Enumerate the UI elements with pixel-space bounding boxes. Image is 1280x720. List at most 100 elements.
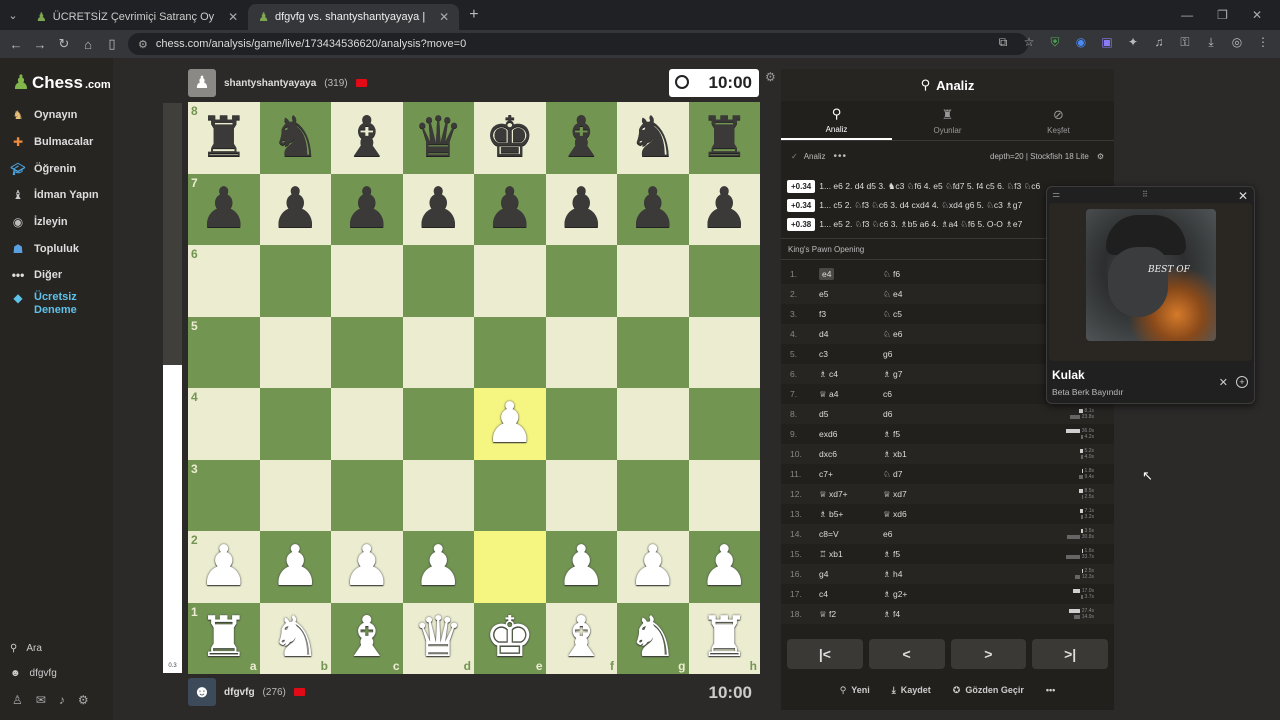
- square-d3[interactable]: [402, 459, 474, 531]
- square-h7[interactable]: ♟: [688, 173, 760, 245]
- notifications-bell-icon[interactable]: ♪: [59, 693, 65, 707]
- previous-move-button[interactable]: <: [868, 639, 945, 669]
- white-pawn-piece[interactable]: ♟: [270, 538, 320, 595]
- square-a6[interactable]: 6: [188, 245, 260, 317]
- square-c4[interactable]: [331, 388, 403, 460]
- bottom-player-avatar[interactable]: ☻: [188, 678, 216, 706]
- white-move[interactable]: f3: [819, 309, 883, 319]
- black-move[interactable]: ♘ d7: [883, 469, 983, 480]
- new-tab-icon[interactable]: +: [459, 6, 488, 24]
- black-move[interactable]: ♗ g2+: [883, 589, 983, 600]
- square-h4[interactable]: [688, 388, 760, 460]
- drag-handle-icon[interactable]: ⠿: [1142, 190, 1148, 199]
- square-h8[interactable]: ♜: [688, 102, 760, 174]
- square-f2[interactable]: ♟: [545, 531, 617, 603]
- first-move-button[interactable]: |<: [787, 639, 863, 669]
- white-move[interactable]: exd6: [819, 429, 883, 439]
- white-move[interactable]: ♕ f2: [819, 609, 883, 620]
- split-view-icon[interactable]: ▯: [100, 36, 124, 52]
- square-a4[interactable]: 4: [188, 388, 260, 460]
- square-b6[interactable]: [259, 245, 331, 317]
- site-info-icon[interactable]: ⚙: [138, 38, 148, 51]
- black-pawn-piece[interactable]: ♟: [699, 181, 749, 237]
- review-button[interactable]: ✪ Gözden Geçir: [953, 685, 1024, 696]
- square-g8[interactable]: ♞: [617, 102, 689, 174]
- square-d5[interactable]: [402, 316, 474, 388]
- black-rook-piece[interactable]: ♜: [199, 109, 249, 166]
- white-move[interactable]: c7+: [819, 469, 883, 479]
- browser-menu-icon[interactable]: ⋮: [1256, 35, 1270, 50]
- white-move[interactable]: c3: [819, 349, 883, 359]
- sidebar-item-free-trial[interactable]: ◆ Ücretsiz Deneme: [10, 289, 110, 321]
- square-h3[interactable]: [688, 459, 760, 531]
- square-f8[interactable]: ♝: [545, 102, 617, 174]
- top-player-name[interactable]: shantyshantyayaya: [224, 78, 316, 89]
- white-bishop-piece[interactable]: ♝: [556, 610, 606, 666]
- square-a1[interactable]: 1 a ♜: [188, 602, 260, 674]
- white-move[interactable]: ♖ xb1: [819, 549, 883, 560]
- black-move[interactable]: ♗ g7: [883, 369, 983, 380]
- black-move[interactable]: d6: [883, 409, 983, 419]
- square-g2[interactable]: ♟: [617, 531, 689, 603]
- white-pawn-piece[interactable]: ♟: [342, 538, 392, 595]
- square-a7[interactable]: 7 ♟: [188, 173, 260, 245]
- white-move[interactable]: dxc6: [819, 449, 883, 459]
- black-knight-piece[interactable]: ♞: [270, 109, 320, 166]
- square-e8[interactable]: ♚: [474, 102, 546, 174]
- square-a5[interactable]: 5: [188, 316, 260, 388]
- black-pawn-piece[interactable]: ♟: [628, 181, 678, 237]
- white-knight-piece[interactable]: ♞: [628, 610, 678, 666]
- square-f6[interactable]: [545, 245, 617, 317]
- black-move[interactable]: ♘ e4: [883, 289, 983, 300]
- bottom-player-name[interactable]: dfgvfg: [224, 687, 255, 698]
- white-knight-piece[interactable]: ♞: [270, 610, 320, 666]
- tab-games[interactable]: ♜ Oyunlar: [892, 101, 1003, 140]
- media-dismiss-icon[interactable]: ✕: [1219, 376, 1228, 389]
- black-move[interactable]: e6: [883, 529, 983, 539]
- sidebar-item-learn[interactable]: 🎓︎ Öğrenin: [10, 155, 110, 182]
- square-e3[interactable]: [474, 459, 546, 531]
- square-g5[interactable]: [617, 316, 689, 388]
- black-pawn-piece[interactable]: ♟: [413, 181, 463, 237]
- media-control-icon[interactable]: ♫: [1152, 35, 1166, 50]
- close-window-icon[interactable]: ✕: [1252, 8, 1262, 22]
- white-move[interactable]: e5: [819, 289, 883, 299]
- download-icon[interactable]: ⤓: [1204, 35, 1218, 50]
- square-e1[interactable]: e ♚: [474, 602, 546, 674]
- black-move[interactable]: g6: [883, 349, 983, 359]
- square-h6[interactable]: [688, 245, 760, 317]
- black-move[interactable]: ♕ xd7: [883, 489, 983, 500]
- sidebar-item-watch[interactable]: ◉ İzleyin: [10, 209, 110, 236]
- square-g6[interactable]: [617, 245, 689, 317]
- friends-icon[interactable]: ♙: [12, 693, 23, 707]
- white-rook-piece[interactable]: ♜: [699, 610, 749, 666]
- square-e2[interactable]: [474, 531, 546, 603]
- square-h5[interactable]: [688, 316, 760, 388]
- white-pawn-piece[interactable]: ♟: [485, 395, 535, 452]
- white-pawn-piece[interactable]: ♟: [413, 538, 463, 595]
- extension-shield-icon[interactable]: ⛨: [1048, 35, 1062, 50]
- square-a8[interactable]: 8 ♜: [188, 102, 260, 174]
- black-queen-piece[interactable]: ♛: [413, 109, 463, 166]
- white-move[interactable]: c8=V: [819, 529, 883, 539]
- sidebar-item-train[interactable]: ♝ İdman Yapın: [10, 182, 110, 209]
- sidebar-item-more[interactable]: ••• Diğer: [10, 262, 110, 289]
- square-c8[interactable]: ♝: [331, 102, 403, 174]
- save-button[interactable]: ⤓ Kaydet: [892, 685, 931, 696]
- close-tab-icon[interactable]: ✕: [228, 10, 238, 24]
- bookmark-star-icon[interactable]: ☆: [1022, 35, 1036, 50]
- square-g4[interactable]: [617, 388, 689, 460]
- tab-analysis[interactable]: ⚲ Analiz: [781, 101, 892, 140]
- browser-tab-0[interactable]: ♟ ÜCRETSİZ Çevrimiçi Satranç Oy ✕: [26, 4, 248, 30]
- black-move[interactable]: ♗ f4: [883, 609, 983, 620]
- black-pawn-piece[interactable]: ♟: [556, 181, 606, 237]
- square-f1[interactable]: f ♝: [545, 602, 617, 674]
- extensions-puzzle-icon[interactable]: ✦: [1126, 35, 1140, 50]
- square-b2[interactable]: ♟: [259, 531, 331, 603]
- white-move[interactable]: d5: [819, 409, 883, 419]
- reload-icon[interactable]: ↻: [52, 36, 76, 52]
- square-d8[interactable]: ♛: [402, 102, 474, 174]
- white-move[interactable]: c4: [819, 589, 883, 599]
- black-pawn-piece[interactable]: ♟: [342, 181, 392, 237]
- white-bishop-piece[interactable]: ♝: [342, 610, 392, 666]
